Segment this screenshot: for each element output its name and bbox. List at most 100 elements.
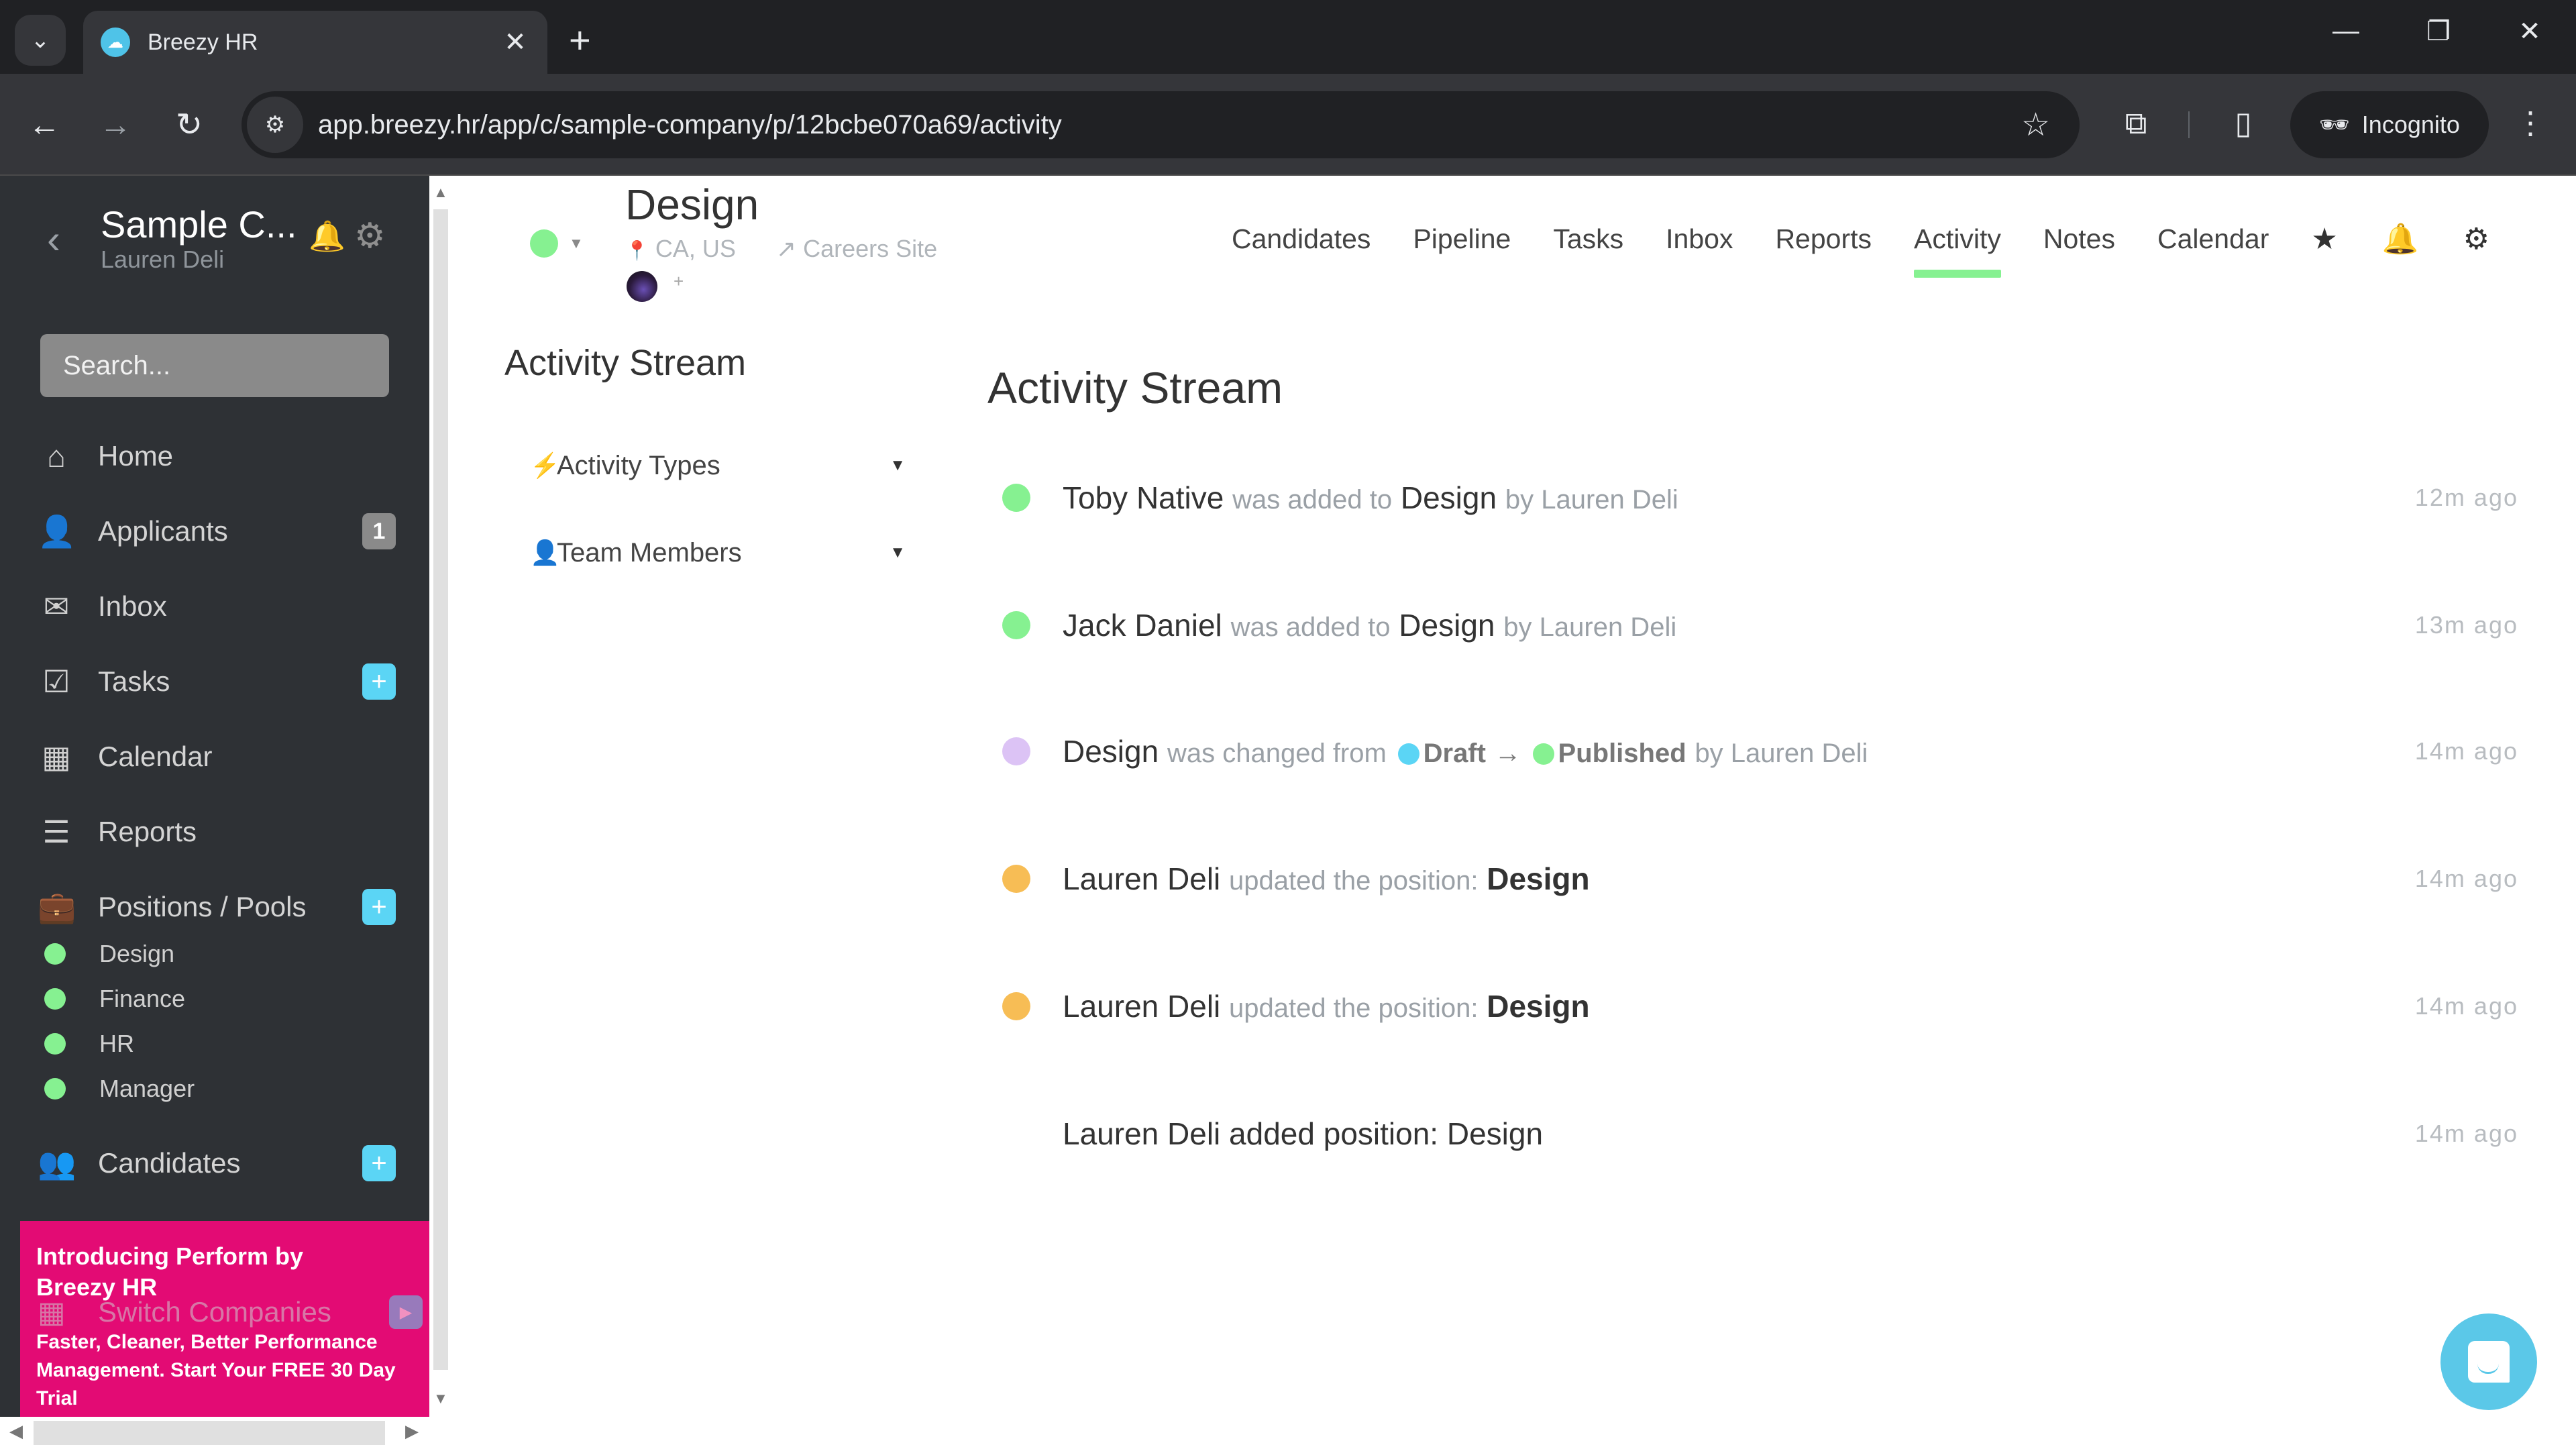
restore-icon[interactable]: ❐ bbox=[2408, 16, 2469, 47]
activity-subject[interactable]: Design bbox=[1063, 734, 1159, 769]
activity-object[interactable]: Design bbox=[1401, 480, 1497, 515]
team-members-label: Team Members bbox=[557, 537, 742, 568]
window-close-icon[interactable]: ✕ bbox=[2500, 16, 2560, 47]
position-settings-gear-icon[interactable]: ⚙ bbox=[2463, 222, 2489, 256]
activity-dot bbox=[1002, 737, 1030, 765]
nav-activity[interactable]: Activity bbox=[1914, 223, 2001, 278]
sidebar-position-design[interactable]: Design bbox=[44, 934, 174, 974]
add-task-button[interactable]: + bbox=[362, 663, 396, 700]
activity-time: 13m ago bbox=[2414, 611, 2518, 639]
scroll-down-arrow-icon[interactable]: ▼ bbox=[433, 1390, 448, 1407]
scroll-right-arrow-icon[interactable]: ▶ bbox=[405, 1421, 419, 1442]
position-meta: 📍 CA, US ↗ Careers Site bbox=[625, 235, 937, 263]
settings-gear-icon[interactable]: ⚙ bbox=[354, 216, 386, 256]
sidebar-position-hr[interactable]: HR bbox=[44, 1024, 134, 1064]
position-status-dot[interactable] bbox=[530, 229, 558, 258]
sidebar: ‹ Sample C... Lauren Deli 🔔 ⚙ ⌂ Home 👤 A… bbox=[0, 176, 429, 1417]
activity-entry: Design was changed from Draft → Publishe… bbox=[1002, 724, 2518, 778]
close-tab-icon[interactable]: ✕ bbox=[500, 27, 530, 58]
incognito-icon: 🕶 bbox=[2319, 111, 2350, 138]
url-text[interactable]: app.breezy.hr/app/c/sample-company/p/12b… bbox=[318, 110, 2021, 140]
sidebar-horizontal-scrollbar[interactable]: ◀ ▶ bbox=[0, 1417, 429, 1449]
reload-icon[interactable]: ↻ bbox=[165, 101, 213, 149]
company-name[interactable]: Sample C... bbox=[101, 203, 297, 246]
sidebar-item-positions-pools[interactable]: 💼 Positions / Pools + bbox=[38, 880, 396, 934]
nav-inbox[interactable]: Inbox bbox=[1666, 223, 1733, 255]
favorite-star-icon[interactable]: ★ bbox=[2311, 222, 2337, 256]
new-tab-button[interactable]: + bbox=[569, 19, 591, 62]
scroll-left-arrow-icon[interactable]: ◀ bbox=[9, 1421, 23, 1442]
switch-companies-item[interactable]: ▦ Switch Companies ▶ bbox=[38, 1292, 423, 1332]
scroll-up-arrow-icon[interactable]: ▲ bbox=[433, 184, 448, 201]
sidebar-item-home[interactable]: ⌂ Home bbox=[38, 429, 396, 483]
activity-subject[interactable]: Lauren Deli bbox=[1063, 989, 1220, 1024]
add-candidate-button[interactable]: + bbox=[362, 1145, 396, 1181]
nav-reports[interactable]: Reports bbox=[1775, 223, 1872, 255]
user-icon: 👤 bbox=[38, 513, 76, 549]
careers-site-link[interactable]: ↗ Careers Site bbox=[776, 235, 937, 263]
nav-calendar[interactable]: Calendar bbox=[2157, 223, 2269, 255]
toolbar-divider bbox=[2188, 111, 2190, 138]
browser-menu-icon[interactable]: ⋮ bbox=[2509, 105, 2552, 141]
bar-chart-icon: ☰ bbox=[42, 814, 70, 849]
activity-dot bbox=[1002, 992, 1030, 1020]
incognito-label: Incognito bbox=[2361, 111, 2460, 138]
sidebar-item-tasks[interactable]: ☑ Tasks + bbox=[38, 655, 396, 708]
add-team-member-button[interactable]: + bbox=[674, 271, 684, 292]
minimize-icon[interactable]: — bbox=[2316, 16, 2376, 46]
forward-arrow-icon[interactable]: → bbox=[91, 101, 140, 149]
nav-tasks[interactable]: Tasks bbox=[1553, 223, 1623, 255]
tab-search-button[interactable]: ⌄ bbox=[15, 15, 66, 66]
status-caret-icon[interactable]: ▼ bbox=[569, 235, 584, 252]
bookmark-star-icon[interactable]: ☆ bbox=[2021, 106, 2050, 144]
incognito-button[interactable]: 🕶 Incognito bbox=[2290, 91, 2489, 158]
sidebar-item-label: Reports bbox=[98, 816, 197, 847]
position-label: Finance bbox=[99, 985, 186, 1012]
users-group-icon: 👥 bbox=[38, 1145, 76, 1181]
user-icon: 👤 bbox=[530, 539, 560, 566]
position-bell-icon[interactable]: 🔔 bbox=[2382, 221, 2419, 256]
team-member-avatar[interactable] bbox=[627, 271, 657, 302]
envelope-icon: ✉ bbox=[43, 589, 70, 624]
activity-subject[interactable]: Toby Native bbox=[1063, 480, 1224, 515]
activity-dot bbox=[1002, 484, 1030, 512]
nav-pipeline[interactable]: Pipeline bbox=[1413, 223, 1511, 255]
activity-subject[interactable]: Jack Daniel bbox=[1063, 608, 1222, 643]
sidebar-item-label: Calendar bbox=[98, 741, 213, 772]
back-chevron-icon[interactable]: ‹ bbox=[47, 216, 60, 262]
chat-launcher-button[interactable] bbox=[2440, 1313, 2537, 1410]
breezy-favicon-icon: ☁ bbox=[101, 28, 130, 57]
sidebar-item-candidates[interactable]: 👥 Candidates + bbox=[38, 1136, 396, 1190]
nav-candidates[interactable]: Candidates bbox=[1232, 223, 1371, 255]
sidebar-position-manager[interactable]: Manager bbox=[44, 1069, 195, 1109]
draft-status-dot bbox=[1397, 743, 1419, 765]
activity-types-dropdown[interactable]: ⚡ Activity Types ▼ bbox=[530, 445, 906, 486]
sidebar-item-reports[interactable]: ☰ Reports bbox=[38, 805, 396, 859]
scrollbar-thumb[interactable] bbox=[433, 209, 448, 1370]
sidebar-item-calendar[interactable]: ▦ Calendar bbox=[38, 730, 396, 784]
play-arrow-icon[interactable]: ▶ bbox=[389, 1295, 423, 1329]
sidebar-item-inbox[interactable]: ✉ Inbox bbox=[38, 580, 396, 633]
browser-tab[interactable]: ☁ Breezy HR ✕ bbox=[83, 11, 547, 74]
notifications-bell-icon[interactable]: 🔔 bbox=[309, 219, 345, 254]
site-info-icon[interactable]: ⚙ bbox=[247, 97, 303, 153]
sidebar-item-applicants[interactable]: 👤 Applicants 1 bbox=[38, 504, 396, 558]
caret-down-icon: ▼ bbox=[890, 543, 906, 561]
activity-subject[interactable]: Lauren Deli bbox=[1063, 861, 1220, 896]
scrollbar-thumb[interactable] bbox=[34, 1421, 385, 1445]
activity-by: by Lauren Deli bbox=[1503, 612, 1677, 642]
extensions-icon[interactable]: ⧉ bbox=[2114, 105, 2157, 142]
team-members-dropdown[interactable]: 👤 Team Members ▼ bbox=[530, 533, 906, 573]
add-position-button[interactable]: + bbox=[362, 889, 396, 925]
side-panel-icon[interactable]: ▯ bbox=[2222, 105, 2265, 141]
sidebar-vertical-scrollbar[interactable]: ▲ ▼ bbox=[431, 176, 460, 1417]
sidebar-position-finance[interactable]: Finance bbox=[44, 979, 185, 1019]
browser-toolbar: ← → ↻ ⚙ app.breezy.hr/app/c/sample-compa… bbox=[0, 74, 2576, 176]
nav-notes[interactable]: Notes bbox=[2043, 223, 2115, 255]
activity-object[interactable]: Design bbox=[1487, 989, 1589, 1024]
back-arrow-icon[interactable]: ← bbox=[20, 101, 68, 149]
activity-object[interactable]: Design bbox=[1487, 861, 1589, 896]
address-bar[interactable]: ⚙ app.breezy.hr/app/c/sample-company/p/1… bbox=[241, 91, 2080, 158]
sidebar-search-input[interactable] bbox=[40, 334, 389, 397]
activity-object[interactable]: Design bbox=[1399, 608, 1495, 643]
